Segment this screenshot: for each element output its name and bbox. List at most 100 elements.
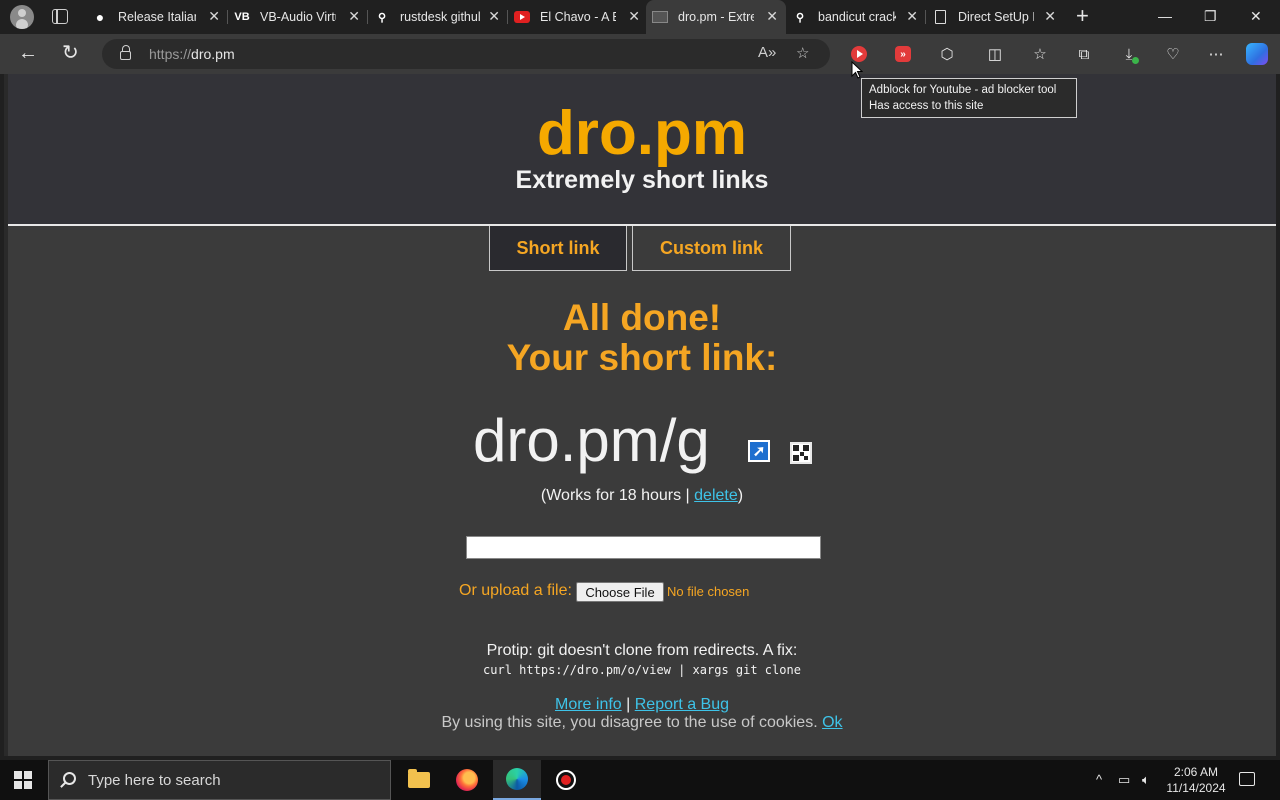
close-tab-icon[interactable]: ✕ xyxy=(628,8,640,25)
tab-title: dro.pm - Extre xyxy=(678,10,754,24)
tab-custom-link[interactable]: Custom link xyxy=(632,226,791,271)
cookie-notice: By using this site, you disagree to the … xyxy=(8,714,1276,732)
tab-el-chavo[interactable]: El Chavo - A Bi ✕ xyxy=(508,0,648,34)
clock-date: 11/14/2024 xyxy=(1166,781,1226,795)
tab-title: El Chavo - A Bi xyxy=(540,10,616,24)
site-tagline: Extremely short links xyxy=(515,166,769,194)
refresh-icon[interactable]: ↻ xyxy=(62,43,79,63)
show-hidden-icons-icon[interactable]: ^ xyxy=(1096,772,1102,787)
url-text[interactable]: https://dro.pm xyxy=(149,46,235,62)
short-link-text[interactable]: dro.pm/g xyxy=(473,406,710,475)
tab-bar: ● Release Italian ✕ VB VB-Audio Virtu ✕ … xyxy=(0,0,1280,34)
footer-links: More info | Report a Bug xyxy=(8,696,1276,714)
tab-direct-setup[interactable]: Direct SetUp F ✕ xyxy=(926,0,1064,34)
tab-title: Release Italian xyxy=(118,10,196,24)
close-tab-icon[interactable]: ✕ xyxy=(766,8,778,25)
windows-start-icon[interactable] xyxy=(14,771,32,789)
search-icon: ⚲ xyxy=(377,11,387,24)
search-placeholder: Type here to search xyxy=(88,772,221,789)
url-input[interactable] xyxy=(466,536,821,559)
site-header: dro.pm Extremely short links xyxy=(8,74,1276,226)
minimize-icon[interactable]: — xyxy=(1158,8,1172,24)
browser-essentials-icon[interactable]: ♡ xyxy=(1162,43,1184,65)
youtube-icon xyxy=(514,9,530,25)
qr-code-icon[interactable] xyxy=(790,442,812,464)
done-line: All done! xyxy=(562,297,722,338)
report-bug-link[interactable]: Report a Bug xyxy=(635,696,729,713)
cookie-ok-link[interactable]: Ok xyxy=(822,714,842,731)
close-tab-icon[interactable]: ✕ xyxy=(348,8,360,25)
taskbar: Type here to search ^ ▭ 🔈︎ 2:06 AM 11/14… xyxy=(0,760,1280,800)
expiry-text: (Works for 18 hours | xyxy=(540,487,695,504)
tab-title: rustdesk githul xyxy=(400,10,480,24)
file-status: No file chosen xyxy=(667,584,750,599)
close-tab-icon[interactable]: ✕ xyxy=(1044,8,1056,25)
profile-avatar-icon[interactable] xyxy=(10,5,34,29)
close-tab-icon[interactable]: ✕ xyxy=(488,8,500,25)
screen-recorder-icon[interactable] xyxy=(542,760,590,800)
tab-title: Direct SetUp F xyxy=(958,10,1034,24)
copilot-icon[interactable] xyxy=(1246,43,1268,65)
clock-time: 2:06 AM xyxy=(1173,765,1219,779)
tab-rustdesk[interactable]: ⚲ rustdesk githul ✕ xyxy=(368,0,508,34)
close-tab-icon[interactable]: ✕ xyxy=(906,8,918,25)
choose-file-button[interactable]: Choose File xyxy=(576,582,664,602)
expiry-suffix: ) xyxy=(737,487,744,504)
protip-text: Protip: git doesn't clone from redirects… xyxy=(486,642,798,659)
dro-pm-icon xyxy=(652,9,668,25)
address-bar[interactable]: https://dro.pm A» ☆ xyxy=(102,39,830,69)
firefox-icon[interactable] xyxy=(443,760,491,800)
favorites-icon[interactable]: ☆ xyxy=(1029,43,1051,65)
tab-title: bandicut crack xyxy=(818,10,896,24)
favorite-star-icon[interactable]: ☆ xyxy=(796,44,809,62)
extension-tooltip: Adblock for Youtube - ad blocker tool Ha… xyxy=(861,78,1077,118)
tooltip-title: Adblock for Youtube - ad blocker tool xyxy=(869,84,1057,96)
upload-label: Or upload a file: xyxy=(459,582,572,599)
extensions-puzzle-icon[interactable]: ⬡ xyxy=(936,43,958,65)
extension-red-icon[interactable]: » xyxy=(892,43,914,65)
search-icon xyxy=(63,772,76,785)
new-tab-icon[interactable]: + xyxy=(1076,5,1089,27)
tab-short-link[interactable]: Short link xyxy=(489,226,627,271)
success-heading: All done! Your short link: xyxy=(8,298,1276,378)
edge-icon[interactable] xyxy=(493,760,541,800)
network-icon[interactable]: ▭ xyxy=(1118,772,1130,788)
system-clock[interactable]: 2:06 AM 11/14/2024 xyxy=(1160,764,1232,796)
site-logo[interactable]: dro.pm xyxy=(8,98,1276,169)
volume-icon[interactable]: 🔈︎ xyxy=(1142,772,1150,788)
collections-icon[interactable]: ⧉ xyxy=(1073,43,1095,65)
tab-release-italian[interactable]: ● Release Italian ✕ xyxy=(86,0,228,34)
download-complete-dot xyxy=(1132,57,1139,64)
tab-dro-pm[interactable]: dro.pm - Extre ✕ xyxy=(646,0,786,34)
open-link-icon[interactable]: ➚ xyxy=(748,440,770,462)
more-options-icon[interactable]: ⋯ xyxy=(1205,43,1227,65)
footer-separator: | xyxy=(621,696,635,713)
taskbar-search[interactable]: Type here to search xyxy=(48,760,391,800)
back-icon[interactable]: ← xyxy=(18,43,38,63)
close-tab-icon[interactable]: ✕ xyxy=(208,8,220,25)
protip-command: curl https://dro.pm/o/view | xargs git c… xyxy=(483,663,801,677)
short-link-label: Your short link: xyxy=(506,337,778,378)
expiry-info: (Works for 18 hours | delete) xyxy=(8,487,1276,505)
lock-icon[interactable] xyxy=(120,45,131,60)
file-explorer-icon[interactable] xyxy=(395,760,443,800)
read-aloud-icon[interactable]: A» xyxy=(758,44,776,61)
github-icon: ● xyxy=(95,9,105,25)
cookie-text: By using this site, you disagree to the … xyxy=(441,714,823,731)
restore-icon[interactable]: ❐ xyxy=(1204,8,1217,25)
split-screen-icon[interactable]: ◫ xyxy=(984,43,1006,65)
tab-title: VB-Audio Virtu xyxy=(260,10,336,24)
delete-link[interactable]: delete xyxy=(694,487,738,504)
downloads-icon[interactable]: ⤓ xyxy=(1118,43,1140,65)
close-window-icon[interactable]: ✕ xyxy=(1250,8,1262,25)
document-icon xyxy=(932,9,948,25)
tab-bandicut[interactable]: ⚲ bandicut crack ✕ xyxy=(786,0,926,34)
page-content: dro.pm Extremely short links Short link … xyxy=(4,74,1276,756)
toolbar: ← ↻ https://dro.pm A» ☆ » ⬡ ◫ ☆ ⧉ ⤓ ♡ ⋯ xyxy=(0,34,1280,74)
more-info-link[interactable]: More info xyxy=(555,696,622,713)
tab-vb-audio[interactable]: VB VB-Audio Virtu ✕ xyxy=(228,0,368,34)
tab-actions-icon[interactable] xyxy=(52,9,68,24)
vb-audio-icon: VB xyxy=(234,11,250,23)
notification-icon[interactable] xyxy=(1239,772,1255,786)
tooltip-subtitle: Has access to this site xyxy=(869,100,984,112)
